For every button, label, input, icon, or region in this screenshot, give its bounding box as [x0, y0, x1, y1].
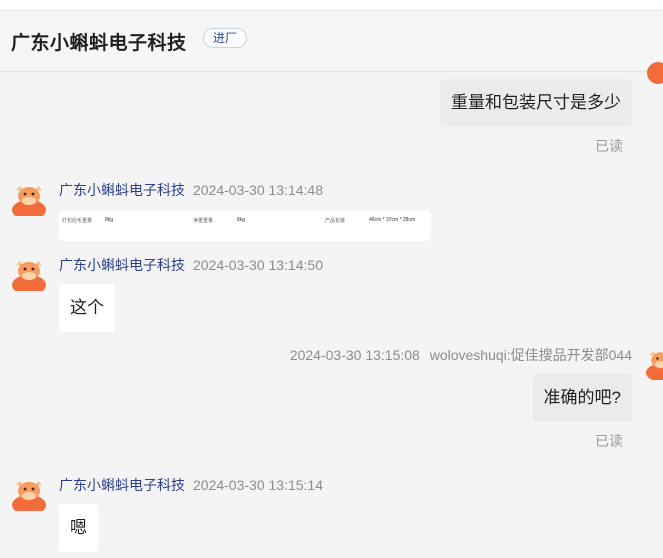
message-bubble-outgoing[interactable]: 重量和包装尺寸是多少	[440, 79, 632, 127]
spec-label: 净重重量	[193, 218, 214, 224]
sender-name[interactable]: 广东小蝌蚪电子科技	[59, 257, 185, 273]
message-time: 2024-03-30 13:14:48	[193, 182, 323, 198]
message-time: 2024-03-30 13:15:08	[289, 347, 420, 363]
message-time: 2024-03-30 13:14:50	[193, 257, 323, 273]
message-bubble-incoming[interactable]: 这个	[59, 284, 115, 332]
message-meta: 广东小蝌蚪电子科技 2024-03-30 13:14:50	[59, 255, 323, 275]
sender-name[interactable]: woloveshuqi:促佳搜品开发部044	[430, 347, 632, 363]
chat-header: 广东小蝌蚪电子科技 进厂	[0, 11, 663, 72]
spec-value: 46cm * 37cm * 28cm	[369, 217, 416, 223]
sender-avatar-icon[interactable]	[11, 180, 47, 216]
spec-table-image[interactable]: 打包后毛重量 8kg 净重重量 8kg 产品包装 46cm * 37cm * 2…	[59, 210, 431, 241]
status-tag[interactable]: 进厂	[203, 28, 248, 48]
message-time: 2024-03-30 13:15:14	[193, 477, 323, 493]
chat-title: 广东小蝌蚪电子科技	[11, 33, 187, 54]
sender-avatar-icon[interactable]	[11, 255, 47, 291]
message-bubble-incoming[interactable]: 嗯	[59, 504, 98, 552]
message-bubble-outgoing[interactable]: 准确的吧?	[532, 374, 632, 422]
top-strip	[0, 0, 663, 11]
sender-avatar-icon[interactable]	[11, 475, 47, 511]
spec-label: 产品包装	[325, 218, 346, 224]
read-status: 已读	[595, 433, 623, 449]
spec-value: 8kg	[105, 217, 114, 223]
sender-name[interactable]: 广东小蝌蚪电子科技	[59, 182, 185, 198]
read-status: 已读	[595, 138, 623, 154]
message-meta: 2024-03-30 13:15:08 woloveshuqi:促佳搜品开发部0…	[290, 345, 632, 365]
chat-window: 广东小蝌蚪电子科技 进厂 重量和包装尺寸是多少 已读 广东小蝌蚪电子科技 2024…	[0, 0, 663, 558]
sender-name[interactable]: 广东小蝌蚪电子科技	[59, 477, 185, 493]
own-avatar-icon[interactable]	[645, 344, 663, 380]
avatar-partial-icon	[647, 62, 663, 84]
spec-label: 打包后毛重量	[62, 218, 93, 224]
message-meta: 广东小蝌蚪电子科技 2024-03-30 13:14:48	[59, 180, 323, 200]
spec-value: 8kg	[237, 217, 246, 223]
message-meta: 广东小蝌蚪电子科技 2024-03-30 13:15:14	[59, 475, 323, 495]
